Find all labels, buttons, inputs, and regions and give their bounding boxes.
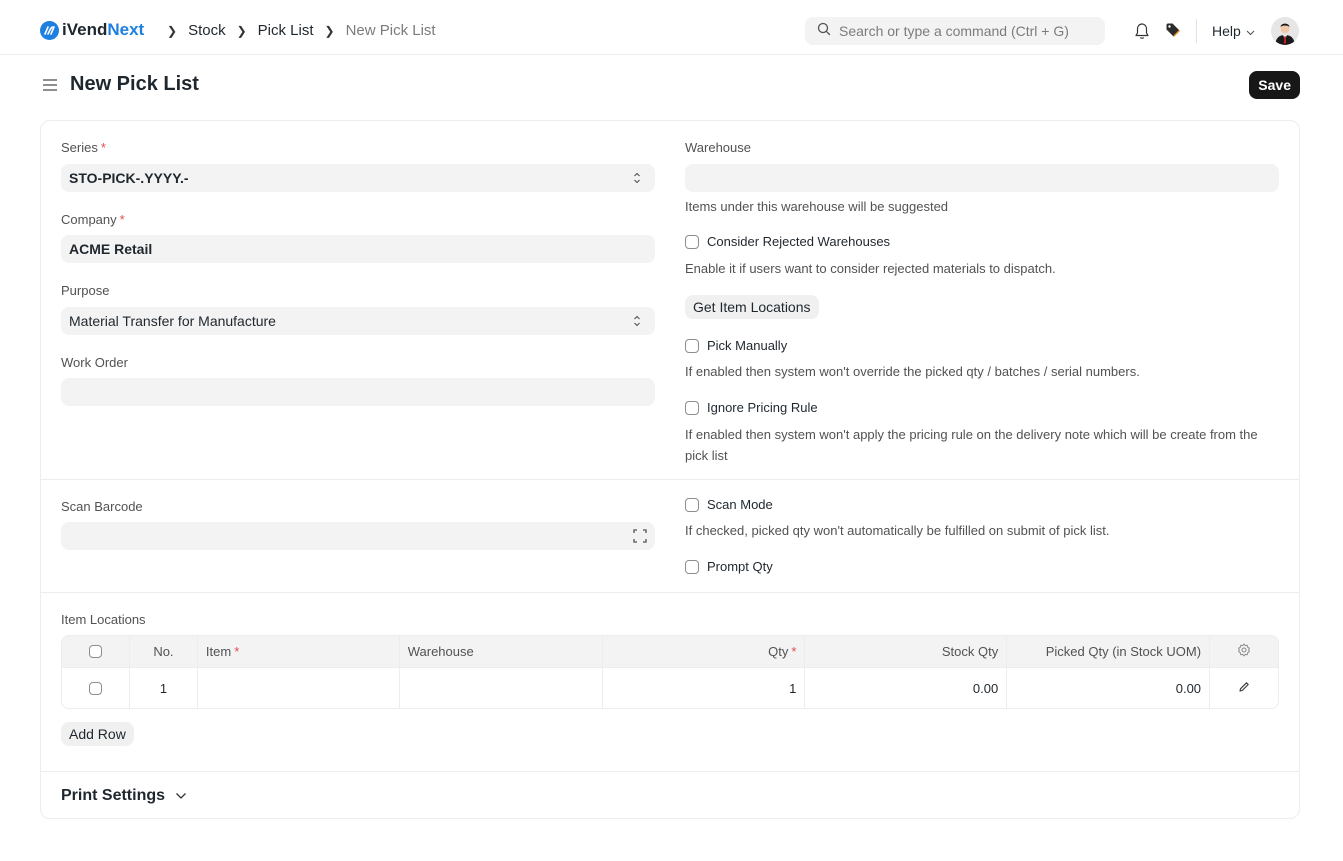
column-settings[interactable] [1210,636,1278,667]
work-order-input[interactable] [61,378,655,406]
row-edit-cell[interactable] [1210,668,1278,708]
details-section: Series * STO-PICK-.YYYY.- Company * ACME R… [41,121,1299,480]
select-all-cell [62,636,130,667]
prompt-qty-checkbox-row[interactable]: Prompt Qty [685,559,773,574]
scan-mode-checkbox[interactable] [685,497,699,512]
scan-left-column: Scan Barcode [61,480,655,593]
column-qty: Qty * [603,636,806,667]
company-input[interactable]: ACME Retail [61,235,655,263]
series-value: STO-PICK-.YYYY.- [69,170,189,186]
warehouse-label: Warehouse [685,140,751,155]
search-input[interactable] [839,23,1099,39]
print-settings-toggle[interactable]: Print Settings [61,787,187,805]
series-select[interactable]: STO-PICK-.YYYY.- [61,164,655,192]
row-stock-qty[interactable]: 0.00 [805,668,1008,708]
page-title: New Pick List [70,73,199,95]
company-value: ACME Retail [69,241,153,257]
help-label: Help [1212,23,1241,39]
row-warehouse[interactable] [400,668,603,708]
gear-icon[interactable] [1237,643,1251,660]
prompt-qty-label: Prompt Qty [707,559,773,574]
pick-manually-checkbox[interactable] [685,338,699,353]
column-warehouse: Warehouse [400,636,603,667]
navbar: iVendNext ❯ Stock ❯ Pick List ❯ New Pick… [0,0,1343,55]
breadcrumb-current: New Pick List [345,22,436,39]
search-bar[interactable] [805,17,1105,45]
form-card: Series * STO-PICK-.YYYY.- Company * ACME R… [40,120,1300,819]
details-right-column: Warehouse Items under this warehouse wil… [685,121,1279,480]
series-label: Series * [61,140,106,155]
row-picked-qty[interactable]: 0.00 [1007,668,1211,708]
scan-icon[interactable] [633,529,647,546]
table-row[interactable]: 1 1 0.00 0.00 [62,668,1278,708]
scan-section: Scan Barcode Scan Mode If checked, picke… [41,480,1299,593]
purpose-label: Purpose [61,283,110,298]
print-settings-label: Print Settings [61,787,166,804]
consider-rejected-checkbox[interactable] [685,234,699,249]
breadcrumb-pick-list[interactable]: Pick List [258,22,314,39]
ignore-pricing-rule-checkbox-row[interactable]: Ignore Pricing Rule [685,400,818,415]
column-stock-qty: Stock Qty [805,636,1008,667]
ignore-pricing-rule-checkbox[interactable] [685,400,699,415]
select-all-checkbox[interactable] [88,645,102,658]
consider-rejected-checkbox-row[interactable]: Consider Rejected Warehouses [685,234,890,249]
pick-manually-label: Pick Manually [707,338,788,353]
breadcrumb: ❯ Stock ❯ Pick List ❯ New Pick List [156,22,436,39]
scan-right-column: Scan Mode If checked, picked qty won't a… [685,480,1279,593]
sidebar-toggle-icon[interactable] [42,78,58,97]
item-locations-table: No. Item * Warehouse Qty * Stock Qty Picke… [61,635,1279,709]
get-item-locations-button[interactable]: Get Item Locations [685,295,819,319]
consider-rejected-help: Enable it if users want to consider reje… [685,261,1056,276]
brand-name: iVendNext [62,20,145,39]
search-icon [817,22,831,41]
ignore-pricing-rule-label: Ignore Pricing Rule [707,400,818,415]
purpose-value: Material Transfer for Manufacture [69,313,276,329]
chevron-down-icon [175,787,187,805]
tag-icon[interactable] [1165,22,1181,43]
chevron-right-icon: ❯ [167,23,178,38]
table-header: No. Item * Warehouse Qty * Stock Qty Picke… [62,636,1278,668]
pick-manually-help: If enabled then system won't override th… [685,364,1140,379]
scan-mode-label: Scan Mode [707,497,773,512]
help-dropdown[interactable]: Help [1212,23,1255,39]
details-left-column: Series * STO-PICK-.YYYY.- Company * ACME R… [61,121,655,480]
column-item: Item * [198,636,400,667]
row-item[interactable] [198,668,400,708]
user-avatar[interactable] [1271,17,1299,45]
column-picked-qty: Picked Qty (in Stock UOM) [1007,636,1211,667]
scan-barcode-input[interactable] [61,522,655,550]
page-header: New Pick List Save [40,70,1300,102]
warehouse-input[interactable] [685,164,1279,192]
prompt-qty-checkbox[interactable] [685,559,699,574]
navbar-divider [1196,19,1197,43]
row-no: 1 [130,668,198,708]
notification-bell-icon[interactable] [1134,22,1150,45]
row-checkbox[interactable] [88,682,102,695]
brand-logo-icon [40,20,59,40]
scan-mode-checkbox-row[interactable]: Scan Mode [685,497,773,512]
item-locations-label: Item Locations [61,612,146,627]
row-select-cell [62,668,130,708]
ignore-pricing-rule-help: If enabled then system won't apply the p… [685,427,1258,463]
column-no: No. [130,636,198,667]
brand-logo-link[interactable]: iVendNext [40,20,144,40]
save-button[interactable]: Save [1249,71,1300,99]
pick-manually-checkbox-row[interactable]: Pick Manually [685,338,787,353]
breadcrumb-stock[interactable]: Stock [188,22,226,39]
chevron-down-icon [1246,23,1255,39]
purpose-select[interactable]: Material Transfer for Manufacture [61,307,655,335]
consider-rejected-label: Consider Rejected Warehouses [707,234,891,249]
chevron-right-icon: ❯ [236,23,247,38]
select-arrows-icon [633,314,641,331]
warehouse-help: Items under this warehouse will be sugge… [685,199,949,214]
company-label: Company * [61,212,125,227]
select-arrows-icon [633,171,641,188]
row-qty[interactable]: 1 [603,668,806,708]
scan-mode-help: If checked, picked qty won't automatical… [685,523,1110,538]
work-order-label: Work Order [61,355,128,370]
edit-pencil-icon[interactable] [1238,681,1250,696]
add-row-button[interactable]: Add Row [61,722,134,746]
scan-barcode-label: Scan Barcode [61,499,143,514]
chevron-right-icon: ❯ [324,23,335,38]
